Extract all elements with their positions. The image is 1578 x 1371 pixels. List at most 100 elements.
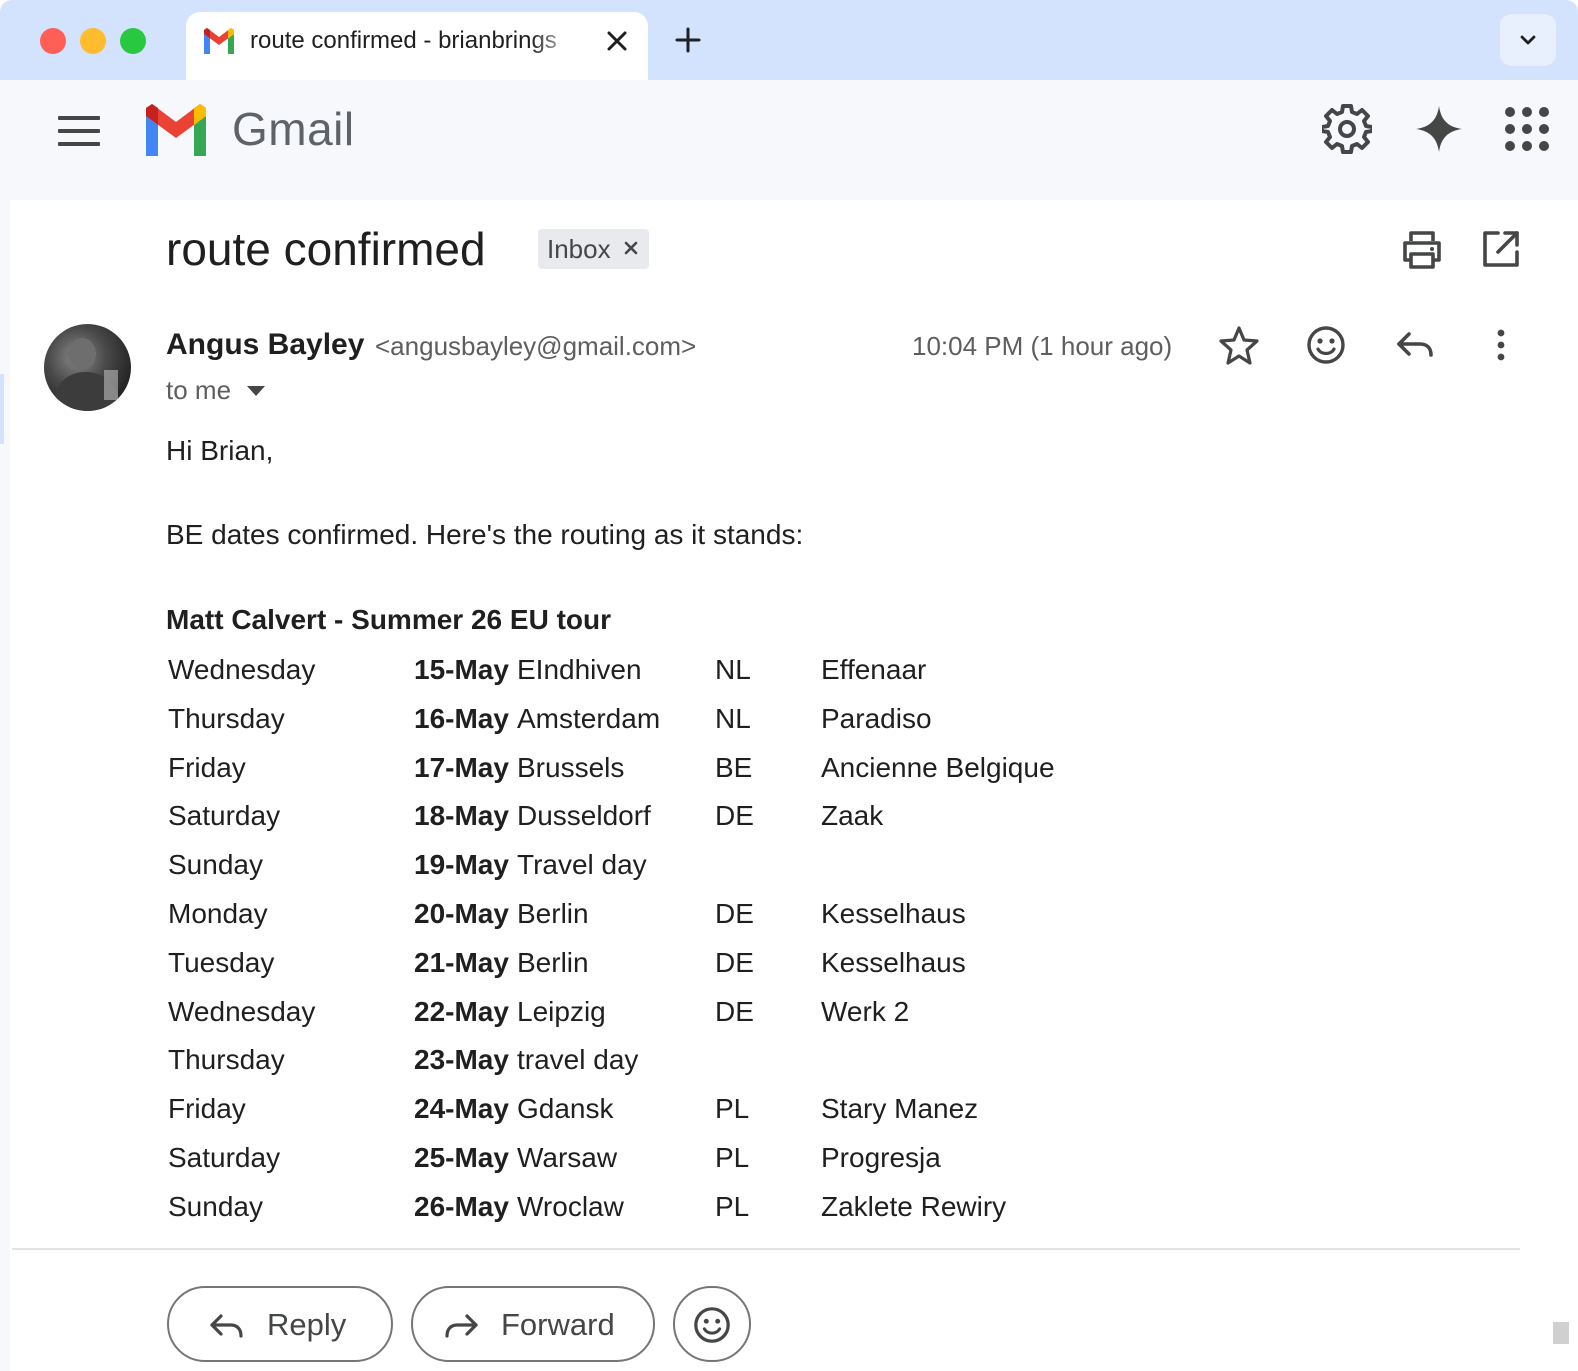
country-cell: PL (715, 1093, 750, 1125)
browser-tab-bar: route confirmed - brianbrings (0, 0, 1578, 80)
day-cell: Friday (168, 751, 246, 783)
label-text: Inbox (547, 234, 611, 264)
gmail-wordmark: Gmail (232, 103, 355, 155)
window-minimize-button[interactable] (80, 28, 106, 54)
open-in-new-window-icon[interactable] (1480, 228, 1522, 270)
email-subject: route confirmed (166, 223, 486, 275)
date-cell: 23-May (414, 1044, 509, 1076)
venue-cell: Ancienne Belgique (821, 751, 1055, 783)
country-cell: DE (715, 946, 754, 978)
settings-icon[interactable] (1322, 104, 1372, 154)
country-cell: NL (715, 702, 751, 734)
window-close-button[interactable] (40, 28, 66, 54)
reply-icon (210, 1314, 243, 1338)
venue-cell: Kesselhaus (821, 897, 966, 929)
city-cell: travel day (517, 1044, 639, 1076)
email-greeting: Hi Brian, (166, 435, 274, 466)
remove-label-icon[interactable] (623, 240, 639, 256)
plus-icon[interactable] (674, 26, 702, 54)
city-cell: Travel day (517, 849, 647, 881)
gmail-header: Gmail (0, 80, 1578, 200)
city-cell: Gdansk (517, 1093, 614, 1125)
forward-button[interactable]: Forward (411, 1286, 655, 1362)
recipients-text: to me (166, 375, 232, 405)
show-details-icon[interactable] (246, 384, 266, 398)
close-icon[interactable] (604, 28, 630, 54)
country-cell: DE (715, 800, 754, 832)
menu-icon[interactable] (56, 112, 102, 150)
email-intro: BE dates confirmed. Here's the routing a… (166, 519, 804, 550)
apps-icon[interactable] (1502, 104, 1552, 154)
country-cell: PL (715, 1190, 750, 1222)
day-cell: Thursday (168, 1044, 285, 1076)
star-icon[interactable] (1218, 324, 1260, 366)
venue-cell: Zaak (821, 800, 884, 832)
day-cell: Monday (168, 897, 268, 929)
venue-cell: Effenaar (821, 654, 927, 685)
venue-cell: Paradiso (821, 702, 932, 734)
date-cell: 21-May (414, 946, 509, 978)
country-cell: DE (715, 995, 754, 1027)
country-cell: PL (715, 1141, 750, 1173)
window-maximize-button[interactable] (120, 28, 146, 54)
sender-name[interactable]: Angus Bayley (166, 326, 364, 364)
city-cell: Brussels (517, 751, 625, 783)
date-cell: 26-May (414, 1190, 509, 1222)
date-cell: 16-May (414, 702, 509, 734)
emoji-reaction-icon[interactable] (1305, 324, 1347, 366)
city-cell: Wroclaw (517, 1190, 624, 1222)
browser-tab-active[interactable]: route confirmed - brianbrings (186, 12, 648, 80)
date-cell: 15-May (414, 654, 509, 685)
venue-cell: Werk 2 (821, 995, 910, 1027)
reply-icon[interactable] (1394, 324, 1436, 366)
more-options-icon[interactable] (1480, 324, 1522, 366)
day-cell: Friday (168, 1093, 246, 1125)
venue-cell: Kesselhaus (821, 946, 966, 978)
reply-button[interactable]: Reply (167, 1286, 393, 1362)
add-reaction-button[interactable] (673, 1286, 751, 1362)
venue-cell: Stary Manez (821, 1093, 979, 1125)
city-cell: Amsterdam (517, 702, 661, 734)
scrollbar-thumb[interactable] (1553, 1322, 1569, 1344)
tab-list-button[interactable] (1500, 14, 1556, 66)
emoji-icon (694, 1307, 730, 1343)
city-cell: Dusseldorf (517, 800, 651, 832)
day-cell: Thursday (168, 702, 285, 734)
day-cell: Wednesday (168, 654, 316, 685)
forward-label: Forward (501, 1307, 615, 1342)
day-cell: Saturday (168, 1141, 281, 1173)
gemini-icon[interactable] (1414, 104, 1464, 154)
venue-cell: Zaklete Rewiry (821, 1190, 1007, 1222)
print-icon[interactable] (1400, 228, 1444, 272)
forward-icon (445, 1314, 478, 1338)
city-cell: Leipzig (517, 995, 606, 1027)
venue-cell: Progresja (821, 1141, 941, 1173)
day-cell: Tuesday (168, 946, 275, 978)
date-cell: 25-May (414, 1141, 509, 1173)
day-cell: Wednesday (168, 995, 316, 1027)
side-accent (0, 374, 4, 444)
chevron-down-icon (1520, 35, 1536, 45)
date-cell: 22-May (414, 995, 509, 1027)
date-cell: 17-May (414, 751, 509, 783)
day-cell: Saturday (168, 800, 281, 832)
gmail-favicon (204, 28, 234, 54)
message-divider (12, 1248, 1520, 1250)
avatar-photo (52, 338, 122, 411)
city-cell: EIndhiven (517, 654, 642, 685)
inbox-label-chip[interactable]: Inbox (538, 229, 649, 269)
date-cell: 20-May (414, 897, 509, 929)
message-timestamp: 10:04 PM (1 hour ago) (912, 331, 1173, 361)
date-cell: 18-May (414, 800, 509, 832)
city-cell: Warsaw (517, 1141, 618, 1173)
gmail-logo[interactable] (142, 104, 210, 156)
day-cell: Sunday (168, 1190, 263, 1222)
country-cell: NL (715, 654, 751, 685)
tab-title: route confirmed - brianbrings (250, 27, 557, 54)
city-cell: Berlin (517, 897, 589, 929)
day-cell: Sunday (168, 849, 263, 881)
country-cell: BE (715, 751, 753, 783)
avatar[interactable] (44, 324, 131, 411)
country-cell: DE (715, 897, 754, 929)
date-cell: 19-May (414, 849, 509, 881)
